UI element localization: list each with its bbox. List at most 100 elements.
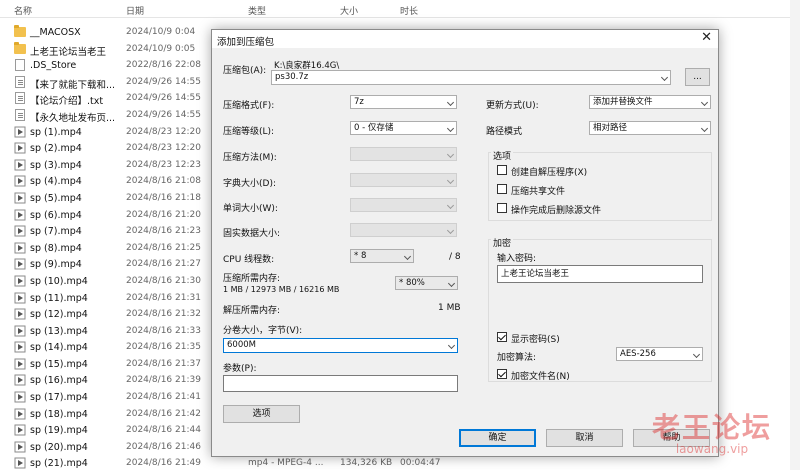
dict-label: 字典大小(D): xyxy=(223,179,276,189)
column-header: 名称 日期 类型 大小 时长 xyxy=(0,0,800,18)
video-file-icon xyxy=(14,142,26,154)
level-select[interactable]: 0 - 仅存储 xyxy=(350,121,457,135)
video-file-icon xyxy=(14,358,26,370)
options-button[interactable]: 选项 xyxy=(223,405,300,423)
file-name: sp (12).mp4 xyxy=(30,309,88,321)
show-password-checkbox[interactable] xyxy=(497,332,507,342)
mem-percent-select[interactable]: * 80% xyxy=(395,276,458,290)
column-date[interactable]: 日期 xyxy=(126,4,144,17)
file-name: .DS_Store xyxy=(30,60,77,72)
enc-method-label: 加密算法: xyxy=(497,353,537,363)
video-file-icon xyxy=(14,175,26,187)
watermark: 老王论坛 laowang.vip xyxy=(652,406,772,456)
file-name: sp (1).mp4 xyxy=(30,126,82,138)
file-name: 【来了就能下载和... xyxy=(30,79,116,91)
video-file-icon xyxy=(14,258,26,270)
video-file-icon xyxy=(14,457,26,469)
dialog-title: 添加到压缩包 xyxy=(217,37,275,48)
file-name: sp (10).mp4 xyxy=(30,275,88,287)
volume-value[interactable]: 6000M xyxy=(227,340,256,350)
archive-name-value: ps30.7z xyxy=(275,72,309,82)
file-name: sp (16).mp4 xyxy=(30,375,88,387)
path-select[interactable]: 相对路径 xyxy=(589,121,711,135)
update-value: 添加并替换文件 xyxy=(593,97,653,107)
encryption-group: 加密 输入密码: 上老王论坛当老王 显示密码(S) 加密算法: AES-256 … xyxy=(488,236,712,382)
column-type[interactable]: 类型 xyxy=(248,4,266,17)
volume-combobox[interactable]: 6000M xyxy=(223,338,458,353)
file-name: sp (21).mp4 xyxy=(30,458,88,470)
password-input[interactable]: 上老王论坛当老王 xyxy=(497,265,703,283)
threads-select[interactable]: * 8 xyxy=(350,249,414,263)
column-length[interactable]: 时长 xyxy=(400,4,418,17)
video-file-icon xyxy=(14,292,26,304)
column-size[interactable]: 大小 xyxy=(340,4,358,17)
enc-method-select[interactable]: AES-256 xyxy=(616,347,703,361)
scrollbar[interactable] xyxy=(790,0,800,470)
file-name: sp (5).mp4 xyxy=(30,192,82,204)
close-icon[interactable]: ✕ xyxy=(701,31,712,45)
watermark-title: 老王论坛 xyxy=(651,411,772,444)
column-name[interactable]: 名称 xyxy=(14,4,32,17)
chevron-down-icon xyxy=(446,226,455,235)
sfx-checkbox[interactable] xyxy=(497,165,507,175)
solid-label: 固实数据大小: xyxy=(223,229,281,239)
file-name: sp (18).mp4 xyxy=(30,408,88,420)
chevron-down-icon xyxy=(446,150,455,159)
format-value: 7z xyxy=(354,97,364,107)
file-date: 2024/9/26 14:55 xyxy=(126,93,201,104)
chevron-down-icon[interactable] xyxy=(660,73,669,82)
file-name: 【论坛介绍】.txt xyxy=(30,96,104,108)
params-label: 参数(P): xyxy=(223,364,257,374)
file-name: sp (13).mp4 xyxy=(30,325,88,337)
file-date: 2024/8/16 21:37 xyxy=(126,358,201,369)
threads-label: CPU 线程数: xyxy=(223,255,275,265)
file-name: sp (7).mp4 xyxy=(30,226,82,238)
file-date: 2022/8/16 22:08 xyxy=(126,60,201,71)
file-date: 2024/8/23 12:23 xyxy=(126,159,201,170)
folder-icon xyxy=(14,25,26,37)
method-select xyxy=(350,147,457,161)
chevron-down-icon xyxy=(700,98,709,107)
video-file-icon xyxy=(14,391,26,403)
file-name: sp (14).mp4 xyxy=(30,342,88,354)
encrypt-names-checkbox[interactable] xyxy=(497,369,507,379)
show-password-label[interactable]: 显示密码(S) xyxy=(511,332,560,345)
encryption-group-title: 加密 xyxy=(491,236,514,249)
file-name: 上老王论坛当老王 xyxy=(30,46,107,58)
video-file-icon xyxy=(14,441,26,453)
shared-label[interactable]: 压缩共享文件 xyxy=(511,184,565,197)
ok-button[interactable]: 确定 xyxy=(459,429,536,447)
chevron-down-icon xyxy=(446,176,455,185)
encrypt-names-label[interactable]: 加密文件名(N) xyxy=(511,369,570,382)
format-select[interactable]: 7z xyxy=(350,95,457,109)
file-date: 2024/8/23 12:20 xyxy=(126,126,201,137)
delete-checkbox[interactable] xyxy=(497,203,507,213)
list-item[interactable]: sp (21).mp4 2024/8/16 21:49 mp4 - MPEG-4 .… xyxy=(0,455,800,470)
shared-checkbox[interactable] xyxy=(497,184,507,194)
delete-label[interactable]: 操作完成后删除源文件 xyxy=(511,203,601,216)
browse-button[interactable]: ... xyxy=(685,68,710,86)
params-input[interactable] xyxy=(223,375,458,392)
options-group-title: 选项 xyxy=(491,149,514,162)
file-name: __MACOSX xyxy=(30,27,81,38)
file-date: 2024/8/23 12:20 xyxy=(126,143,201,154)
update-select[interactable]: 添加并替换文件 xyxy=(589,95,711,109)
file-name: sp (3).mp4 xyxy=(30,159,82,171)
options-group: 选项 创建自解压程序(X) 压缩共享文件 操作完成后删除源文件 xyxy=(488,149,712,221)
file-name: sp (6).mp4 xyxy=(30,209,82,221)
sfx-label[interactable]: 创建自解压程序(X) xyxy=(511,165,587,178)
cancel-button[interactable]: 取消 xyxy=(546,429,623,447)
video-file-icon xyxy=(14,341,26,353)
archive-name-combobox[interactable]: ps30.7z xyxy=(271,70,671,85)
file-name: 【永久地址发布页... xyxy=(30,112,116,124)
file-date: 2024/8/16 21:35 xyxy=(126,342,201,353)
file-icon xyxy=(15,59,25,72)
file-date: 2024/9/26 14:55 xyxy=(126,76,201,87)
file-date: 2024/9/26 14:55 xyxy=(126,109,201,120)
video-file-icon xyxy=(14,308,26,320)
level-label: 压缩等级(L): xyxy=(223,127,275,137)
chevron-down-icon xyxy=(446,124,455,133)
add-to-archive-dialog: 添加到压缩包 ✕ 压缩包(A): K:\良家群16.4G\ ps30.7z ..… xyxy=(211,29,719,457)
chevron-down-icon[interactable] xyxy=(447,341,456,350)
threads-max: / 8 xyxy=(449,252,461,262)
